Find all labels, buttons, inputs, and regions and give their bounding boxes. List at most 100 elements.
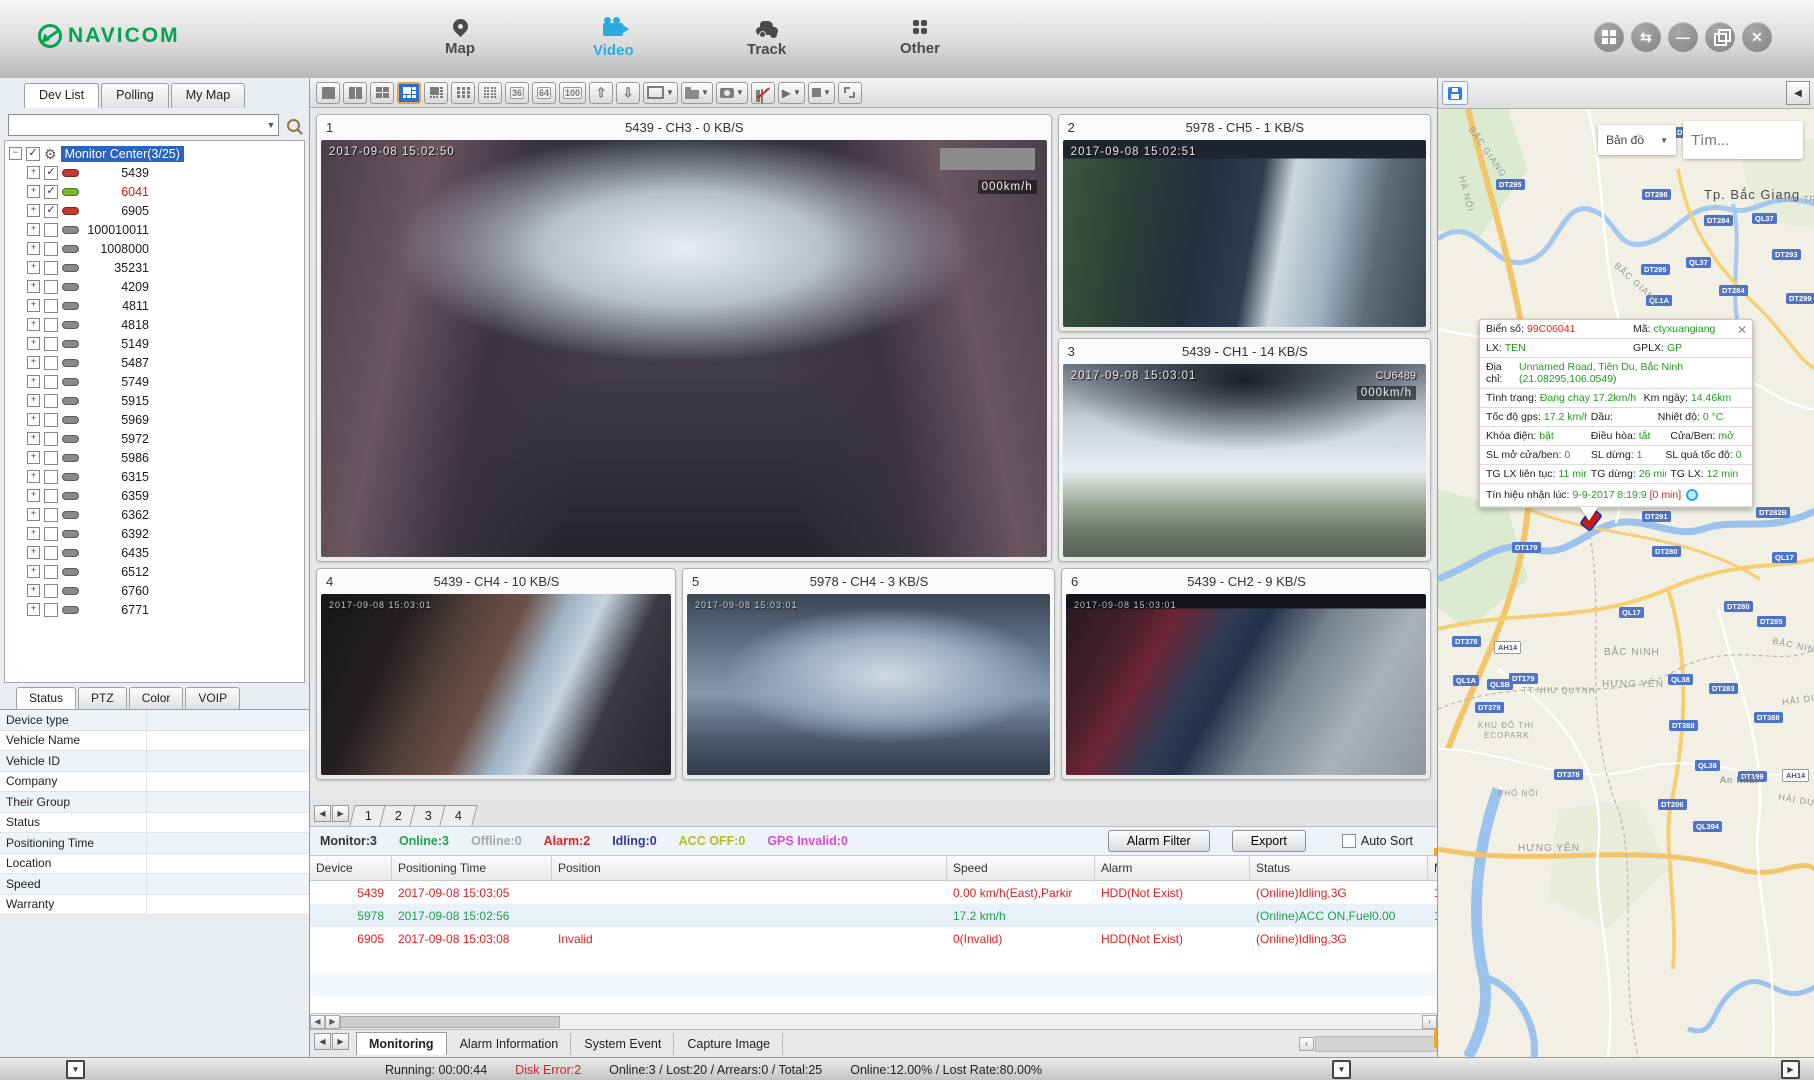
expand-icon[interactable]: + [27, 166, 40, 179]
device-label[interactable]: 5969 [83, 413, 149, 427]
device-label[interactable]: 6760 [83, 584, 149, 598]
tree-item[interactable]: + 6435 [5, 543, 304, 562]
auto-sort-checkbox[interactable] [1342, 834, 1356, 848]
page-tab[interactable]: 4 [439, 805, 477, 826]
tree-item[interactable]: + 5149 [5, 334, 304, 353]
video-feed[interactable]: 2017-09-08 15:02:50 000km/h [321, 140, 1047, 557]
map-type-dropdown[interactable]: Bản đồ ▼ [1598, 125, 1676, 155]
collapse-panel-button[interactable]: ◀ [1786, 81, 1810, 105]
expand-icon[interactable]: + [27, 375, 40, 388]
sidebar-collapse-button[interactable]: ▼ [66, 1060, 85, 1079]
device-checkbox[interactable] [44, 451, 58, 465]
expand-icon[interactable]: + [27, 261, 40, 274]
view-9-button[interactable] [451, 82, 475, 104]
collapse-icon[interactable]: − [9, 147, 22, 160]
device-label[interactable]: 4209 [83, 280, 149, 294]
expand-icon[interactable]: + [27, 223, 40, 236]
device-label[interactable]: 5439 [83, 166, 149, 180]
tab-dev-list[interactable]: Dev List [24, 83, 99, 108]
col-position[interactable]: Position [552, 856, 947, 880]
expand-icon[interactable]: + [27, 280, 40, 293]
table-collapse-button[interactable]: ▼ [1332, 1060, 1351, 1079]
stretch-mode-button[interactable]: ▼ [643, 82, 678, 104]
device-checkbox[interactable] [44, 508, 58, 522]
table-row[interactable]: 5439 2017-09-08 15:03:05 0.00 km/h(East)… [310, 881, 1437, 904]
device-checkbox[interactable] [44, 299, 58, 313]
restore-button[interactable] [1705, 22, 1735, 52]
tree-item[interactable]: + 1008000 [5, 239, 304, 258]
nav-tab-other[interactable]: Other [860, 6, 980, 70]
device-checkbox[interactable]: ✓ [44, 204, 58, 218]
device-checkbox[interactable] [44, 603, 58, 617]
expand-icon[interactable]: + [27, 394, 40, 407]
tab-capture-image[interactable]: Capture Image [675, 1033, 783, 1055]
save-map-button[interactable] [1442, 81, 1468, 105]
table-row[interactable]: 5978 2017-09-08 15:02:56 17.2 km/h (Onli… [310, 904, 1437, 927]
tab-monitoring[interactable]: Monitoring [356, 1032, 447, 1055]
tree-item[interactable]: + 4818 [5, 315, 304, 334]
device-label[interactable]: 5986 [83, 451, 149, 465]
nav-tab-video[interactable]: Video [553, 6, 673, 70]
pager-next-button[interactable]: ▶ [332, 805, 349, 822]
expand-icon[interactable]: + [27, 242, 40, 255]
view-100-button[interactable]: 100 [559, 82, 586, 104]
snapshot-button[interactable]: ▼ [716, 82, 748, 104]
device-label[interactable]: 6771 [83, 603, 149, 617]
map-expand-button[interactable]: ▶ [1781, 1060, 1800, 1079]
device-checkbox[interactable] [44, 337, 58, 351]
scroll-thumb[interactable] [340, 1016, 560, 1028]
video-feed[interactable]: 2017-09-08 15:03:01 [321, 594, 671, 775]
device-label[interactable]: 5915 [83, 394, 149, 408]
device-checkbox[interactable] [44, 375, 58, 389]
device-label[interactable]: 6392 [83, 527, 149, 541]
tree-item[interactable]: + 6760 [5, 581, 304, 600]
expand-icon[interactable]: + [27, 413, 40, 426]
device-checkbox[interactable] [44, 546, 58, 560]
device-label[interactable]: 5149 [83, 337, 149, 351]
device-checkbox[interactable] [44, 280, 58, 294]
tree-item[interactable]: + ✓ 6905 [5, 201, 304, 220]
tab-voip[interactable]: VOIP [185, 687, 240, 709]
play-button[interactable]: ▶▼ [778, 82, 805, 104]
scroll-right-button[interactable]: ▶ [325, 1015, 340, 1029]
scroll-left-button[interactable]: ◀ [310, 1015, 325, 1029]
tree-item[interactable]: + 5749 [5, 372, 304, 391]
export-button[interactable]: Export [1232, 830, 1306, 852]
tree-root[interactable]: − ✓ ⚙ Monitor Center(3/25) [5, 144, 304, 163]
col-alarm[interactable]: Alarm [1095, 856, 1250, 880]
device-label[interactable]: 6315 [83, 470, 149, 484]
expand-icon[interactable]: + [27, 603, 40, 616]
device-checkbox[interactable] [44, 489, 58, 503]
video-feed[interactable]: 2017-09-08 15:03:01 [1066, 594, 1426, 775]
view-8-button[interactable] [424, 82, 448, 104]
tree-item[interactable]: + ✓ 6041 [5, 182, 304, 201]
device-checkbox[interactable]: ✓ [44, 166, 58, 180]
device-checkbox[interactable] [44, 470, 58, 484]
device-label[interactable]: 6512 [83, 565, 149, 579]
device-checkbox[interactable] [44, 318, 58, 332]
col-device[interactable]: Device [310, 856, 392, 880]
close-button[interactable]: ✕ [1742, 22, 1772, 52]
expand-icon[interactable]: + [27, 565, 40, 578]
mute-button[interactable] [751, 82, 775, 104]
pager-prev-button[interactable]: ◀ [314, 805, 331, 822]
tab-system-event[interactable]: System Event [572, 1033, 674, 1055]
expand-icon[interactable]: + [27, 299, 40, 312]
expand-icon[interactable]: + [27, 489, 40, 502]
view-2-button[interactable] [343, 82, 367, 104]
tab-alarm-information[interactable]: Alarm Information [448, 1033, 572, 1055]
minimize-button[interactable]: — [1668, 22, 1698, 52]
tree-root-label[interactable]: Monitor Center(3/25) [61, 146, 184, 162]
tree-item[interactable]: + 4811 [5, 296, 304, 315]
device-checkbox[interactable] [44, 242, 58, 256]
stop-button[interactable]: ▼ [808, 82, 835, 104]
video-pane-3[interactable]: 35439 - CH1 - 14 KB/S 2017-09-08 15:03:0… [1058, 338, 1431, 562]
switch-user-button[interactable]: ⇆ [1631, 22, 1661, 52]
device-label[interactable]: 6359 [83, 489, 149, 503]
device-checkbox[interactable] [44, 432, 58, 446]
expand-icon[interactable]: + [27, 204, 40, 217]
device-checkbox[interactable] [44, 565, 58, 579]
apps-button[interactable] [1594, 22, 1624, 52]
video-pane-5[interactable]: 55978 - CH4 - 3 KB/S 2017-09-08 15:03:01 [682, 568, 1055, 780]
tree-item[interactable]: + ✓ 5439 [5, 163, 304, 182]
